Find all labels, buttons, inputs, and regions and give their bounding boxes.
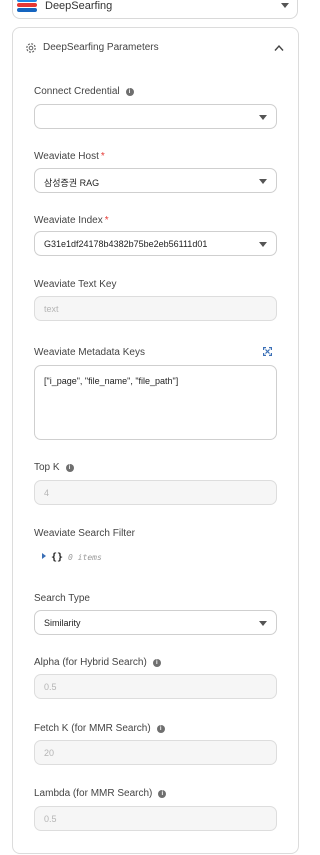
- lambda-label-text: Lambda (for MMR Search): [34, 788, 153, 799]
- node-select-value: DeepSearfing: [45, 0, 113, 12]
- lambda-placeholder: 0.5: [44, 814, 57, 824]
- weaviate-metadata-keys-value: ["i_page", "file_name", "file_path"]: [44, 376, 179, 386]
- chevron-down-icon: [259, 242, 267, 247]
- required-mark: *: [104, 215, 109, 226]
- chevron-down-icon: [259, 179, 267, 184]
- info-icon: i: [125, 88, 134, 96]
- search-type-label: Search Type: [34, 593, 90, 604]
- parameters-panel-header[interactable]: DeepSearfing Parameters: [13, 28, 298, 66]
- search-filter-json-viewer[interactable]: {} 0 items: [42, 552, 102, 563]
- lambda-input[interactable]: 0.5: [34, 806, 277, 831]
- weaviate-text-key-label: Weaviate Text Key: [34, 279, 117, 290]
- node-select[interactable]: DeepSearfing: [12, 0, 298, 19]
- weaviate-index-value: G31e1df24178b4382b75be2eb56111d01: [44, 239, 208, 249]
- alpha-label: Alpha (for Hybrid Search) i: [34, 657, 161, 668]
- search-type-select[interactable]: Similarity: [34, 610, 277, 635]
- weaviate-metadata-keys-label: Weaviate Metadata Keys: [34, 347, 145, 358]
- weaviate-host-select[interactable]: 삼성증권 RAG: [34, 168, 277, 193]
- required-mark: *: [100, 151, 105, 162]
- top-k-input[interactable]: 4: [34, 480, 277, 505]
- weaviate-search-filter-label: Weaviate Search Filter: [34, 528, 135, 539]
- alpha-input[interactable]: 0.5: [34, 674, 277, 699]
- weaviate-text-key-placeholder: text: [44, 304, 59, 314]
- weaviate-index-label: Weaviate Index *: [34, 215, 109, 226]
- chevron-down-icon: [259, 621, 267, 626]
- weaviate-host-label-text: Weaviate Host: [34, 151, 99, 162]
- deepsearfing-logo-icon: [17, 0, 37, 12]
- info-icon: i: [158, 790, 167, 798]
- weaviate-host-value: 삼성증권 RAG: [44, 178, 100, 188]
- weaviate-index-label-text: Weaviate Index: [34, 215, 103, 226]
- expand-triangle-icon[interactable]: [42, 553, 46, 559]
- fetch-k-label-text: Fetch K (for MMR Search): [34, 723, 151, 734]
- gear-icon: [26, 43, 36, 53]
- alpha-placeholder: 0.5: [44, 682, 57, 692]
- json-item-count: 0 items: [68, 553, 102, 562]
- info-icon: i: [65, 464, 74, 472]
- weaviate-index-select[interactable]: G31e1df24178b4382b75be2eb56111d01: [34, 231, 277, 256]
- alpha-label-text: Alpha (for Hybrid Search): [34, 657, 147, 668]
- weaviate-text-key-input[interactable]: text: [34, 296, 277, 321]
- connect-credential-label: Connect Credential i: [34, 86, 134, 97]
- fetch-k-placeholder: 20: [44, 748, 55, 758]
- connect-credential-label-text: Connect Credential: [34, 86, 120, 97]
- info-icon: i: [152, 659, 161, 667]
- search-type-value: Similarity: [44, 618, 81, 628]
- top-k-placeholder: 4: [44, 488, 50, 498]
- top-k-label-text: Top K: [34, 462, 60, 473]
- fetch-k-input[interactable]: 20: [34, 740, 277, 765]
- json-brace: {}: [51, 552, 64, 563]
- weaviate-metadata-keys-textarea[interactable]: ["i_page", "file_name", "file_path"]: [34, 365, 277, 440]
- fetch-k-label: Fetch K (for MMR Search) i: [34, 723, 165, 734]
- chevron-up-icon[interactable]: [274, 44, 284, 52]
- connect-credential-select[interactable]: [34, 104, 277, 129]
- chevron-down-icon: [259, 115, 267, 120]
- top-k-label: Top K i: [34, 462, 74, 473]
- lambda-label: Lambda (for MMR Search) i: [34, 788, 167, 799]
- info-icon: i: [156, 725, 165, 733]
- weaviate-host-label: Weaviate Host *: [34, 151, 105, 162]
- expand-icon[interactable]: [263, 347, 272, 356]
- panel-title: DeepSearfing Parameters: [43, 42, 159, 53]
- chevron-down-icon: [281, 3, 289, 8]
